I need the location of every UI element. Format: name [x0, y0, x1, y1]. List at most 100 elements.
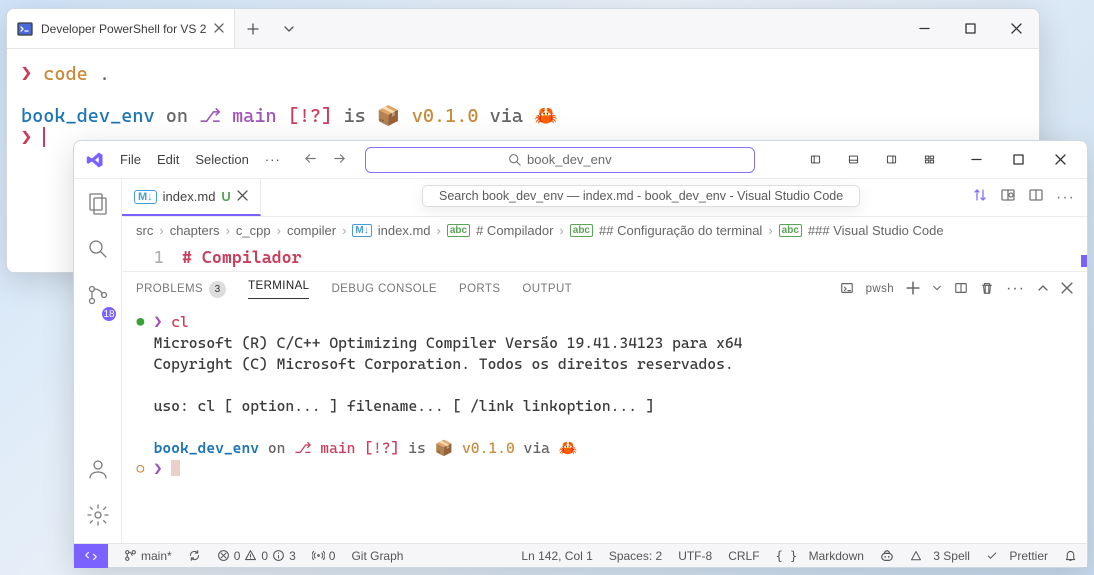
editor-actions: ···	[972, 179, 1087, 216]
preview-icon[interactable]	[1000, 187, 1016, 208]
vscode-window: File Edit Selection ··· book_dev_env	[73, 140, 1088, 568]
settings-gear-icon[interactable]	[84, 501, 112, 529]
heading-icon: abc	[779, 224, 802, 237]
prompt-symbol: ❯	[154, 313, 163, 331]
rust-icon: 🦀	[559, 439, 578, 457]
kill-terminal-icon[interactable]	[980, 281, 994, 298]
scm-badge: 18	[100, 305, 118, 323]
terminal-dropdown[interactable]	[932, 283, 942, 296]
menu-edit[interactable]: Edit	[157, 152, 179, 167]
search-icon[interactable]	[84, 235, 112, 263]
search-text: book_dev_env	[527, 152, 612, 167]
layout-customize-icon[interactable]	[915, 146, 943, 174]
status-cursor-pos[interactable]: Ln 142, Col 1	[521, 549, 592, 563]
breadcrumb-item[interactable]: src	[136, 223, 153, 238]
nav-back-button[interactable]	[303, 151, 318, 169]
layout-panel-right-icon[interactable]	[877, 146, 905, 174]
maximize-button[interactable]	[997, 141, 1039, 179]
minimize-button[interactable]	[955, 141, 997, 179]
breadcrumb-item[interactable]: chapters	[170, 223, 220, 238]
maximize-panel-icon[interactable]	[1037, 282, 1049, 297]
layout-controls	[801, 146, 943, 174]
output-line: uso: cl [ option... ] filename... [ /lin…	[154, 397, 655, 415]
breadcrumb-item[interactable]: compiler	[287, 223, 336, 238]
cursor	[171, 460, 180, 476]
status-encoding[interactable]: UTF-8	[678, 549, 712, 563]
close-icon[interactable]	[237, 189, 248, 204]
package-icon: 📦	[377, 105, 412, 127]
branch: main	[232, 105, 277, 127]
layout-panel-left-icon[interactable]	[801, 146, 829, 174]
breadcrumb-item[interactable]: ### Visual Studio Code	[808, 223, 944, 238]
close-panel-icon[interactable]	[1061, 282, 1073, 297]
explorer-icon[interactable]	[84, 189, 112, 217]
cursor	[43, 127, 45, 147]
split-terminal-icon[interactable]	[954, 281, 968, 298]
command-arg: .	[99, 63, 110, 85]
nav-forward-button[interactable]	[332, 151, 347, 169]
split-editor-icon[interactable]	[1028, 187, 1044, 208]
new-terminal-button[interactable]	[906, 281, 920, 298]
menu-file[interactable]: File	[120, 152, 141, 167]
status-language[interactable]: { } Markdown	[776, 549, 864, 563]
breadcrumb-item[interactable]: ## Configuração do terminal	[599, 223, 762, 238]
git-flags: [!?]	[288, 105, 333, 127]
terminal-line: book_dev_env on ⎇ main [!?] is 📦 v0.1.0 …	[21, 104, 1025, 127]
shell-label[interactable]: pwsh	[866, 283, 894, 295]
panel-tab-problems[interactable]: PROBLEMS3	[136, 281, 226, 298]
markdown-file-icon: M↓	[134, 190, 157, 204]
command-center[interactable]: book_dev_env	[365, 147, 755, 173]
cwd: book_dev_env	[154, 439, 259, 457]
status-problems[interactable]: 0 0 3	[217, 549, 296, 563]
panel-tab-output[interactable]: OUTPUT	[522, 283, 572, 295]
prompt-symbol: ❯	[154, 460, 163, 478]
compare-changes-icon[interactable]	[972, 187, 988, 208]
markdown-file-icon: M↓	[352, 224, 371, 237]
menu-selection[interactable]: Selection	[195, 152, 248, 167]
breadcrumb-item[interactable]: index.md	[378, 223, 431, 238]
more-actions-icon[interactable]: ···	[1056, 189, 1075, 207]
maximize-button[interactable]	[947, 9, 993, 49]
bottom-panel: PROBLEMS3 TERMINAL DEBUG CONSOLE PORTS O…	[122, 271, 1087, 543]
status-gitgraph[interactable]: Git Graph	[351, 549, 403, 563]
breadcrumbs[interactable]: src› chapters› c_cpp› compiler› M↓ index…	[122, 217, 1087, 243]
breadcrumb-item[interactable]: # Compilador	[476, 223, 553, 238]
activity-bar: 18	[74, 179, 122, 543]
status-ports[interactable]: 0	[312, 549, 336, 563]
editor-tab[interactable]: M↓ index.md U	[122, 179, 261, 216]
close-button[interactable]	[1039, 141, 1081, 179]
status-copilot-icon[interactable]	[880, 549, 894, 563]
branch-icon: ⎇	[294, 439, 320, 457]
heading-icon: abc	[447, 224, 470, 237]
new-tab-button[interactable]	[235, 9, 271, 48]
menu-more[interactable]: ···	[265, 152, 281, 167]
status-sync[interactable]	[188, 549, 201, 562]
status-branch[interactable]: main*	[124, 549, 172, 563]
tab-filename: index.md	[163, 189, 216, 204]
account-icon[interactable]	[84, 455, 112, 483]
git-flags: [!?]	[364, 439, 399, 457]
terminal-titlebar: Developer PowerShell for VS 2	[7, 9, 1039, 49]
status-prettier[interactable]: Prettier	[986, 549, 1048, 563]
close-icon[interactable]	[214, 22, 224, 36]
status-notifications-icon[interactable]	[1064, 549, 1077, 563]
cwd: book_dev_env	[21, 105, 155, 127]
status-indent[interactable]: Spaces: 2	[609, 549, 662, 563]
tab-dropdown[interactable]	[271, 9, 307, 48]
breadcrumb-item[interactable]: c_cpp	[236, 223, 271, 238]
editor-content[interactable]: 1 # Compilador	[122, 243, 1087, 271]
terminal-tab[interactable]: Developer PowerShell for VS 2	[7, 9, 235, 48]
terminal-output[interactable]: ● ❯ cl Microsoft (R) C/C++ Optimizing Co…	[122, 306, 1087, 543]
panel-tab-terminal[interactable]: TERMINAL	[248, 280, 309, 299]
status-spell[interactable]: 3 Spell	[910, 549, 970, 563]
line-number: 1	[122, 247, 182, 267]
panel-tab-ports[interactable]: PORTS	[459, 283, 500, 295]
terminal-profile-icon[interactable]	[840, 281, 854, 298]
close-button[interactable]	[993, 9, 1039, 49]
panel-more-icon[interactable]: ···	[1006, 280, 1025, 298]
layout-panel-bottom-icon[interactable]	[839, 146, 867, 174]
panel-tab-debug[interactable]: DEBUG CONSOLE	[331, 283, 437, 295]
minimize-button[interactable]	[901, 9, 947, 49]
remote-indicator[interactable]	[74, 544, 108, 568]
status-eol[interactable]: CRLF	[728, 549, 759, 563]
